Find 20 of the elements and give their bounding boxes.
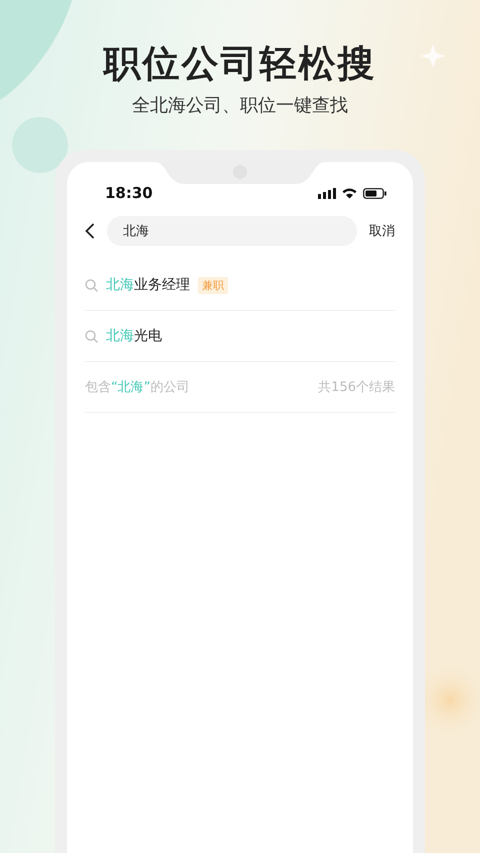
- suggestion-text: 北海业务经理: [106, 276, 190, 294]
- signal-icon: [318, 188, 336, 198]
- company-result-text: 包含“北海”的公司: [85, 379, 190, 396]
- suggestion-text: 北海光电: [106, 327, 162, 345]
- cancel-button[interactable]: 取消: [369, 222, 395, 240]
- headline: 职位公司轻松搜: [104, 41, 376, 87]
- suggestion-item[interactable]: 北海业务经理 兼职: [85, 260, 395, 311]
- suggestion-item[interactable]: 北海光电: [85, 311, 395, 362]
- status-time: 18:30: [105, 184, 153, 202]
- search-icon: [85, 278, 98, 292]
- battery-icon: [363, 188, 387, 198]
- result-count: 共156个结果: [318, 379, 395, 396]
- back-icon[interactable]: [85, 223, 95, 239]
- circle-shape: [12, 117, 68, 173]
- subheadline: 全北海公司、职位一键查找: [132, 94, 348, 118]
- sparkle-icon: [421, 44, 445, 68]
- search-icon: [85, 330, 98, 342]
- job-type-tag: 兼职: [198, 276, 228, 294]
- wifi-icon: [342, 188, 357, 198]
- search-field[interactable]: 北海: [107, 216, 357, 246]
